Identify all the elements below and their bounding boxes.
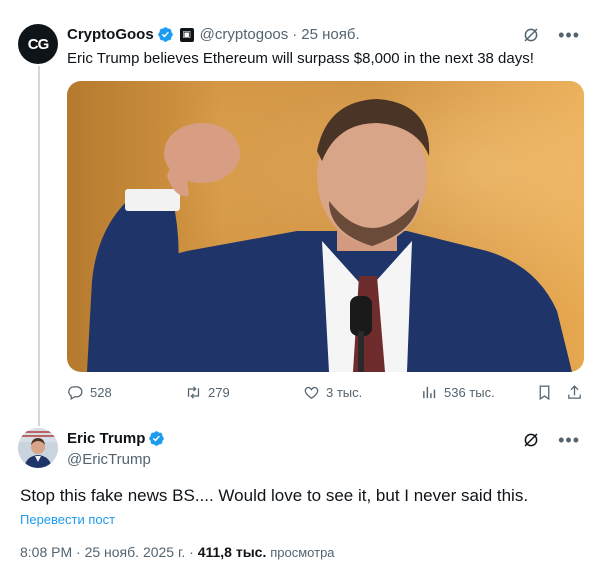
tweet-text: Eric Trump believes Ethereum will surpas…	[67, 50, 534, 67]
reply-count: 528	[90, 385, 112, 400]
verified-badge-icon	[157, 27, 173, 42]
more-icon[interactable]: •••	[558, 26, 580, 44]
views-count: 536 тыс.	[444, 385, 495, 400]
avatar[interactable]	[18, 428, 58, 468]
author-name[interactable]: CryptoGoos	[67, 26, 154, 43]
author-name[interactable]: Eric Trump	[67, 430, 145, 447]
separator: ·	[292, 26, 298, 43]
verified-badge-icon	[149, 431, 165, 446]
tweet-meta: 8:08 PM · 25 нояб. 2025 г. · 411,8 тыс. …	[20, 544, 335, 560]
grok-icon[interactable]	[522, 431, 540, 449]
author-handle[interactable]: @EricTrump	[67, 451, 151, 468]
more-icon[interactable]: •••	[558, 431, 580, 449]
thread-connector-line	[38, 66, 40, 426]
like-count: 3 тыс.	[326, 385, 363, 400]
grok-icon[interactable]	[522, 26, 540, 44]
tweet-header: CryptoGoos ▣ @cryptogoos · 25 нояб.	[67, 26, 360, 43]
timestamp[interactable]: 25 нояб.	[301, 26, 359, 43]
reply-button[interactable]: 528	[67, 384, 112, 401]
tweet-text: Stop this fake news BS.... Would love to…	[20, 486, 529, 505]
share-icon	[568, 385, 581, 399]
share-button[interactable]	[566, 384, 583, 401]
views-count: 411,8 тыс.	[197, 544, 267, 560]
like-button[interactable]: 3 тыс.	[303, 384, 362, 401]
tweet-top-actions: •••	[522, 431, 580, 449]
bookmark-icon	[539, 385, 550, 401]
views-label: просмотра	[270, 545, 335, 560]
post-timestamp[interactable]: 8:08 PM · 25 нояб. 2025 г. ·	[20, 544, 194, 560]
reply-icon	[68, 386, 83, 401]
tweet-top-actions: •••	[522, 26, 580, 44]
author-handle[interactable]: @cryptogoos	[200, 26, 289, 43]
avatar[interactable]: CG	[18, 24, 58, 64]
affiliate-badge-icon: ▣	[179, 27, 194, 42]
avatar-photo	[18, 428, 58, 468]
repost-count: 279	[208, 385, 230, 400]
tweet-media-image[interactable]	[67, 81, 584, 372]
photo-subject-figure	[87, 99, 572, 372]
translate-link[interactable]: Перевести пост	[20, 512, 115, 527]
views-button[interactable]: 536 тыс.	[421, 384, 495, 401]
views-icon	[423, 386, 436, 399]
bookmark-button[interactable]	[536, 384, 553, 401]
repost-icon	[187, 386, 200, 399]
tweet-action-bar: 528 279 3 тыс. 536 тыс.	[67, 384, 587, 406]
tweet-header: Eric Trump	[67, 430, 165, 447]
like-icon	[304, 386, 319, 399]
avatar-logo-text: CG	[27, 35, 49, 53]
repost-button[interactable]: 279	[185, 384, 230, 401]
